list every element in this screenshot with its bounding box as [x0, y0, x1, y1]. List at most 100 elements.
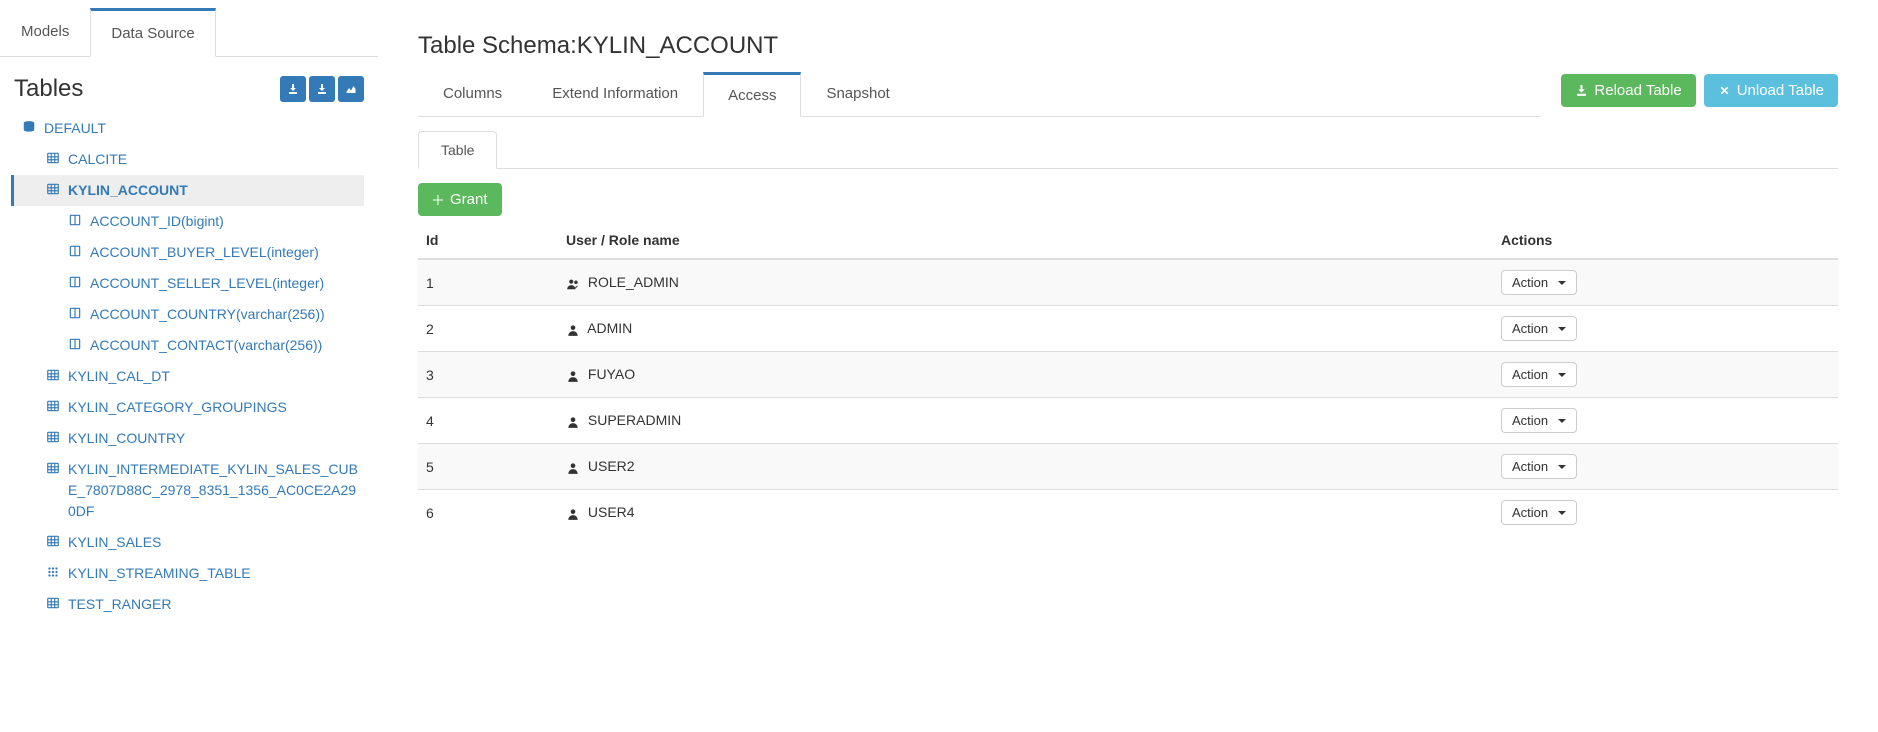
action-dropdown[interactable]: Action [1501, 408, 1577, 433]
column-icon [68, 213, 84, 227]
tree-table[interactable]: KYLIN_CAL_DT [14, 361, 364, 392]
tree-column[interactable]: ACCOUNT_COUNTRY(varchar(256)) [14, 299, 364, 330]
tab-access[interactable]: Access [703, 72, 801, 117]
tree-table[interactable]: KYLIN_INTERMEDIATE_KYLIN_SALES_CUBE_7807… [14, 454, 364, 527]
chart-button[interactable] [338, 76, 364, 102]
tree-column-label: ACCOUNT_BUYER_LEVEL(integer) [90, 242, 319, 263]
area-chart-icon [345, 83, 357, 95]
reload-table-label: Reload Table [1594, 82, 1681, 99]
action-dropdown[interactable]: Action [1501, 362, 1577, 387]
tree-database-label: DEFAULT [44, 118, 106, 139]
user-icon [566, 415, 580, 429]
caret-down-icon [1558, 511, 1566, 515]
column-icon [68, 337, 84, 351]
table-row: 3 FUYAO Action [418, 352, 1838, 398]
grant-button[interactable]: Grant [418, 183, 502, 216]
tree-table-label: KYLIN_STREAMING_TABLE [68, 563, 251, 584]
load-table-button-2[interactable] [309, 76, 335, 102]
cell-name: ROLE_ADMIN [558, 259, 1493, 306]
tree-table-label: KYLIN_CATEGORY_GROUPINGS [68, 397, 287, 418]
table-row: 1 ROLE_ADMIN Action [418, 259, 1838, 306]
cell-id: 4 [418, 398, 558, 444]
column-icon [68, 275, 84, 289]
tab-columns[interactable]: Columns [418, 72, 527, 116]
cell-id: 3 [418, 352, 558, 398]
download-icon [1575, 84, 1588, 97]
header-name: User / Role name [558, 222, 1493, 259]
tab-extend-information[interactable]: Extend Information [527, 72, 703, 116]
table-grid-icon [46, 368, 62, 382]
reload-table-button[interactable]: Reload Table [1561, 74, 1695, 107]
page-title: Table Schema:KYLIN_ACCOUNT [418, 32, 1838, 60]
action-dropdown[interactable]: Action [1501, 316, 1577, 341]
caret-down-icon [1558, 373, 1566, 377]
action-dropdown[interactable]: Action [1501, 500, 1577, 525]
database-icon [22, 120, 38, 134]
tree-table[interactable]: KYLIN_CATEGORY_GROUPINGS [14, 392, 364, 423]
caret-down-icon [1558, 419, 1566, 423]
access-table: Id User / Role name Actions 1 ROLE_ADMIN… [418, 222, 1838, 535]
tab-snapshot[interactable]: Snapshot [801, 72, 914, 116]
tree-table[interactable]: KYLIN_ACCOUNT [11, 175, 364, 206]
download-icon [316, 83, 328, 95]
tab-data-source[interactable]: Data Source [90, 8, 215, 57]
grid-dots-icon [46, 565, 62, 579]
tree-column-label: ACCOUNT_SELLER_LEVEL(integer) [90, 273, 324, 294]
cell-name: USER2 [558, 444, 1493, 490]
cell-actions: Action [1493, 259, 1838, 306]
tree-column[interactable]: ACCOUNT_ID(bigint) [14, 206, 364, 237]
user-icon [566, 507, 580, 521]
tree-column-label: ACCOUNT_ID(bigint) [90, 211, 224, 232]
load-table-button[interactable] [280, 76, 306, 102]
tree-column[interactable]: ACCOUNT_SELLER_LEVEL(integer) [14, 268, 364, 299]
action-dropdown[interactable]: Action [1501, 270, 1577, 295]
cell-id: 2 [418, 306, 558, 352]
tree-column-label: ACCOUNT_COUNTRY(varchar(256)) [90, 304, 325, 325]
tree-table[interactable]: CALCITE [14, 144, 364, 175]
tree-database[interactable]: DEFAULT [14, 113, 364, 144]
close-icon [1718, 84, 1731, 97]
tree-column[interactable]: ACCOUNT_CONTACT(varchar(256)) [14, 330, 364, 361]
table-grid-icon [46, 151, 62, 165]
download-icon [287, 83, 299, 95]
cell-actions: Action [1493, 398, 1838, 444]
tables-tree: DEFAULT CALCITE KYLIN_ACCOUNT ACCOUNT_ID(bi… [0, 113, 378, 620]
tree-table[interactable]: KYLIN_STREAMING_TABLE [14, 558, 364, 589]
tree-column[interactable]: ACCOUNT_BUYER_LEVEL(integer) [14, 237, 364, 268]
cell-name: ADMIN [558, 306, 1493, 352]
caret-down-icon [1558, 327, 1566, 331]
users-group-icon [566, 277, 580, 291]
unload-table-button[interactable]: Unload Table [1704, 74, 1838, 107]
tree-table-label: KYLIN_ACCOUNT [68, 180, 188, 201]
sidebar-tabs: Models Data Source [0, 8, 378, 57]
table-row: 5 USER2 Action [418, 444, 1838, 490]
header-id: Id [418, 222, 558, 259]
sub-tab-table[interactable]: Table [418, 131, 497, 169]
user-icon [566, 461, 580, 475]
column-icon [68, 306, 84, 320]
tree-table[interactable]: KYLIN_SALES [14, 527, 364, 558]
cell-actions: Action [1493, 490, 1838, 536]
table-row: 6 USER4 Action [418, 490, 1838, 536]
tables-title: Tables [14, 75, 83, 103]
page-title-prefix: Table Schema: [418, 32, 577, 59]
tab-models[interactable]: Models [0, 8, 90, 56]
cell-actions: Action [1493, 306, 1838, 352]
tree-table[interactable]: TEST_RANGER [14, 589, 364, 620]
tree-column-label: ACCOUNT_CONTACT(varchar(256)) [90, 335, 322, 356]
table-grid-icon [46, 534, 62, 548]
caret-down-icon [1558, 465, 1566, 469]
cell-actions: Action [1493, 352, 1838, 398]
tree-table-label: KYLIN_COUNTRY [68, 428, 185, 449]
tree-table[interactable]: KYLIN_COUNTRY [14, 423, 364, 454]
user-icon [566, 323, 580, 337]
tree-table-label: KYLIN_SALES [68, 532, 161, 553]
table-grid-icon [46, 596, 62, 610]
cell-id: 5 [418, 444, 558, 490]
cell-name: FUYAO [558, 352, 1493, 398]
grant-label: Grant [450, 191, 488, 208]
action-dropdown[interactable]: Action [1501, 454, 1577, 479]
cell-name: SUPERADMIN [558, 398, 1493, 444]
table-row: 4 SUPERADMIN Action [418, 398, 1838, 444]
main-tabs: Columns Extend Information Access Snapsh… [418, 72, 1541, 117]
